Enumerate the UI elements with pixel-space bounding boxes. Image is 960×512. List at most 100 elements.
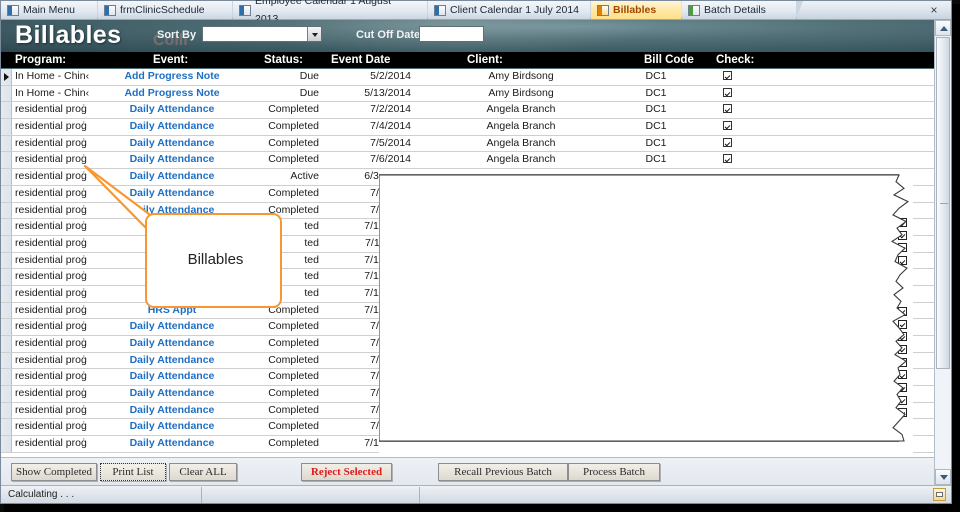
cell-program[interactable]: residential proġ [15, 187, 89, 199]
cell-client[interactable]: Angela Branch [431, 137, 611, 149]
column-header[interactable]: Check: [716, 54, 754, 66]
print-list-button[interactable]: Print List [100, 463, 166, 481]
cell-billcode[interactable]: DC1 [631, 120, 681, 132]
scroll-up-icon[interactable] [935, 20, 951, 36]
record-selector[interactable] [1, 285, 12, 302]
cell-program[interactable]: residential proġ [15, 437, 89, 449]
cell-billcode[interactable]: DC1 [631, 87, 681, 99]
cell-event[interactable]: Daily Attendance [97, 153, 247, 165]
sort-by-value[interactable] [203, 27, 307, 41]
cell-status[interactable]: Completed [251, 337, 319, 349]
cell-event[interactable]: Add Progress Note [97, 87, 247, 99]
cell-check[interactable] [715, 153, 739, 165]
chevron-down-icon[interactable] [307, 27, 321, 41]
record-selector[interactable] [1, 319, 12, 335]
cell-event[interactable]: Daily Attendance [97, 387, 247, 399]
cell-client[interactable]: Angela Branch [431, 120, 611, 132]
cell-program[interactable]: residential proġ [15, 237, 89, 249]
checkbox-checked-icon[interactable] [722, 154, 732, 164]
sort-by-combobox[interactable] [202, 26, 322, 42]
record-selector[interactable] [1, 169, 12, 185]
cell-program[interactable]: residential proġ [15, 170, 89, 182]
cell-event[interactable]: Daily Attendance [97, 354, 247, 366]
tab-employee-calendar-1-august-2013[interactable]: Employee Calendar 1 August 2013 [233, 0, 434, 25]
cell-status[interactable]: Completed [251, 320, 319, 332]
cell-event[interactable]: Daily Attendance [97, 137, 247, 149]
cell-status[interactable]: Completed [251, 370, 319, 382]
cell-event[interactable]: Daily Attendance [97, 337, 247, 349]
clear-all-button[interactable]: Clear ALL [169, 463, 237, 481]
cell-event[interactable]: Daily Attendance [97, 404, 247, 416]
checkbox-checked-icon[interactable] [722, 87, 732, 97]
cell-status[interactable]: Completed [251, 420, 319, 432]
table-row[interactable]: In Home - Chin‹ Add Progress Note Due 5/13/… [1, 85, 934, 103]
record-selector[interactable] [1, 419, 12, 436]
cell-billcode[interactable]: DC1 [631, 137, 681, 149]
record-selector[interactable] [1, 219, 12, 235]
column-header[interactable]: Status: [264, 54, 303, 66]
table-row[interactable]: residential proġ Daily Attendance Complete… [1, 119, 934, 136]
cell-status[interactable]: Completed [251, 120, 319, 132]
show-completed-button[interactable]: Show Completed [11, 463, 97, 481]
close-icon[interactable]: × [927, 3, 941, 17]
record-selector[interactable] [1, 235, 12, 252]
cell-program[interactable]: residential proġ [15, 120, 89, 132]
cell-event[interactable]: Daily Attendance [97, 437, 247, 449]
form-view-icon[interactable] [933, 488, 946, 501]
cell-event[interactable]: Daily Attendance [97, 187, 247, 199]
cell-program[interactable]: residential proġ [15, 420, 89, 432]
cell-date[interactable]: 5/13/2014 [327, 87, 411, 99]
process-batch-button[interactable]: Process Batch [568, 463, 660, 481]
cell-event[interactable]: Add Progress Note [97, 70, 247, 82]
batch-preview-overlay[interactable]: Program:residential programClient:Angela… [379, 169, 939, 454]
cell-program[interactable]: residential proġ [15, 287, 89, 299]
record-selector[interactable] [1, 102, 12, 119]
cell-program[interactable]: residential proġ [15, 354, 89, 366]
cell-program[interactable]: residential proġ [15, 337, 89, 349]
cell-date[interactable]: 7/4/2014 [327, 120, 411, 132]
cell-date[interactable]: 7/2/2014 [327, 103, 411, 115]
cell-program[interactable]: residential proġ [15, 404, 89, 416]
cell-program[interactable]: residential proġ [15, 304, 89, 316]
cell-program[interactable]: residential proġ [15, 370, 89, 382]
cell-program[interactable]: In Home - Chin‹ [15, 70, 89, 82]
cell-status[interactable]: Active [251, 170, 319, 182]
record-selector[interactable] [1, 85, 12, 102]
cell-program[interactable]: residential proġ [15, 137, 89, 149]
cell-billcode[interactable]: DC1 [631, 70, 681, 82]
cell-program[interactable]: residential proġ [15, 103, 89, 115]
cell-check[interactable] [715, 137, 739, 149]
table-row[interactable]: residential proġ Daily Attendance Complete… [1, 135, 934, 153]
cell-program[interactable]: residential proġ [15, 220, 89, 232]
recall-previous-batch-button[interactable]: Recall Previous Batch [438, 463, 568, 481]
table-row[interactable]: In Home - Chin‹ Add Progress Note Due 5/2/2… [1, 69, 934, 86]
reject-selected-button[interactable]: Reject Selected [301, 463, 392, 481]
cell-client[interactable]: Amy Birdsong [431, 70, 611, 82]
cell-date[interactable]: 7/6/2014 [327, 153, 411, 165]
checkbox-checked-icon[interactable] [722, 71, 732, 80]
record-selector[interactable] [1, 402, 12, 419]
record-selector[interactable] [1, 202, 12, 219]
column-header[interactable]: Client: [467, 54, 503, 66]
column-header[interactable]: Event: [153, 54, 188, 66]
cell-event[interactable]: Daily Attendance [97, 370, 247, 382]
scroll-down-icon[interactable] [935, 469, 951, 485]
cell-event[interactable]: Daily Attendance [97, 170, 247, 182]
cell-status[interactable]: Completed [251, 153, 319, 165]
cell-billcode[interactable]: DC1 [631, 153, 681, 165]
record-selector[interactable] [1, 336, 12, 352]
cell-program[interactable]: residential proġ [15, 320, 89, 332]
cell-status[interactable]: Completed [251, 137, 319, 149]
cell-billcode[interactable]: DC1 [631, 103, 681, 115]
cell-status[interactable]: Completed [251, 387, 319, 399]
record-selector[interactable] [1, 152, 12, 169]
table-row[interactable]: residential proġ Daily Attendance Complete… [1, 102, 934, 120]
tab-batch-details[interactable]: Batch Details [682, 1, 803, 19]
tab-main-menu[interactable]: Main Menu [1, 1, 104, 19]
cell-event[interactable]: Daily Attendance [97, 103, 247, 115]
checkbox-checked-icon[interactable] [722, 137, 732, 147]
record-selector[interactable] [1, 352, 12, 369]
record-selector[interactable] [1, 119, 12, 135]
record-selector[interactable] [1, 386, 12, 402]
cell-program[interactable]: residential proġ [15, 270, 89, 282]
